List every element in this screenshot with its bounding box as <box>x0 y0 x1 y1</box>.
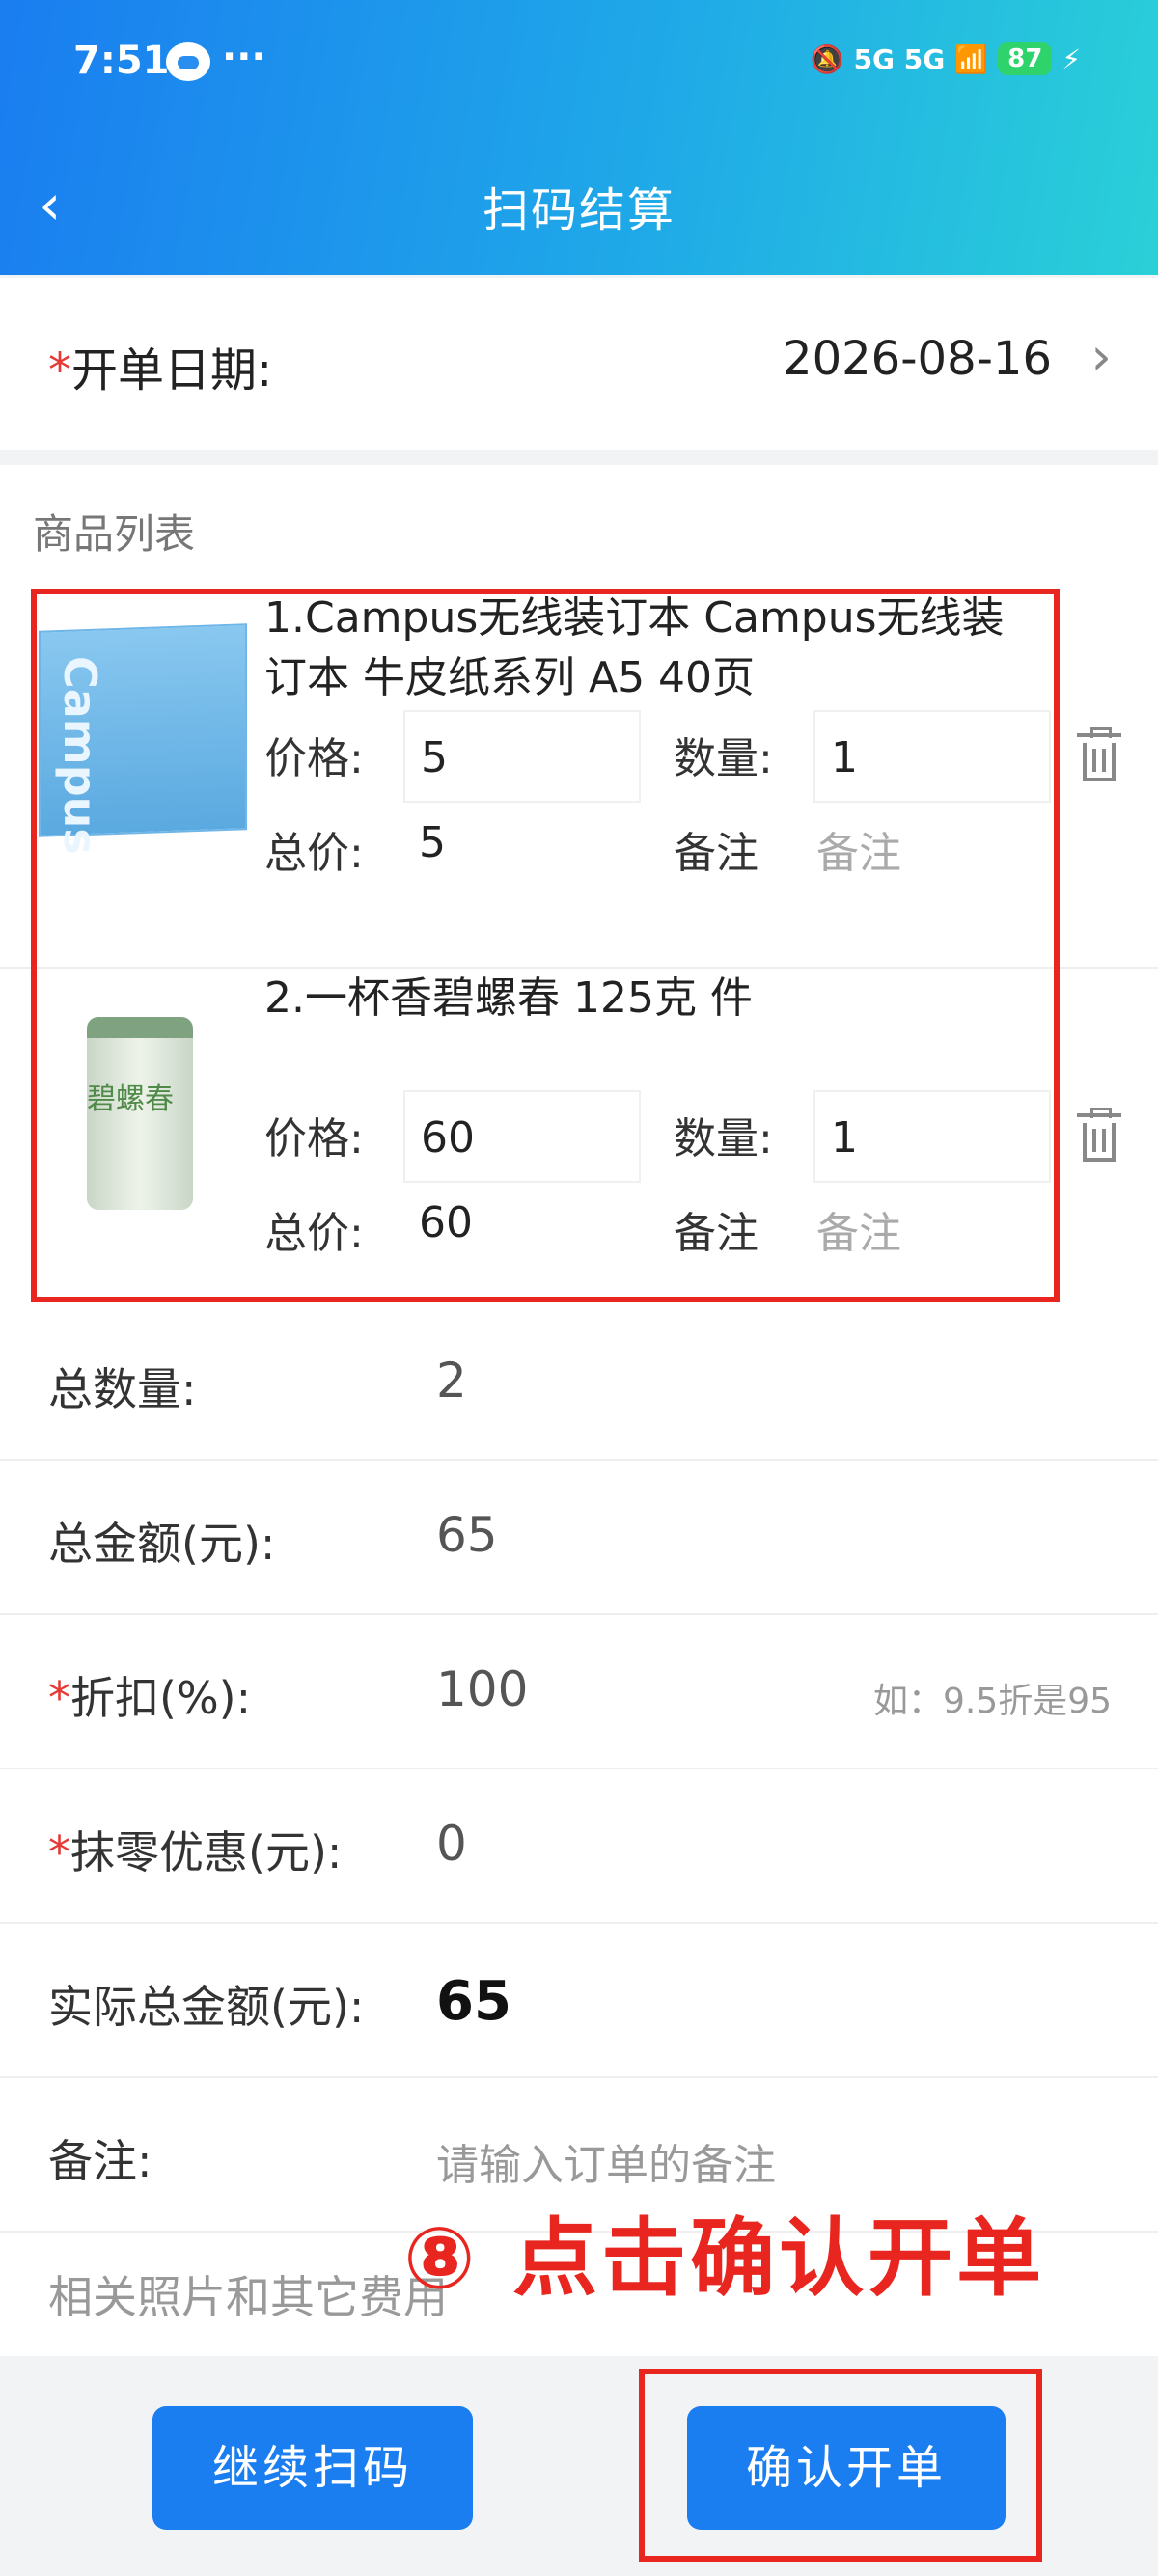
total-qty-label: 总数量: <box>48 1363 197 1415</box>
nav-bar: ‹ 扫码结算 <box>0 164 1158 241</box>
discount-input[interactable]: 100 <box>436 1661 528 1717</box>
total-qty-value: 2 <box>436 1353 467 1409</box>
goods-section-title: 商品列表 <box>33 510 196 558</box>
cloud-icon <box>166 42 210 81</box>
total-qty-row: 总数量: 2 <box>0 1304 1158 1461</box>
page-title: 扫码结算 <box>482 183 676 237</box>
status-bar: 7:51 ··· 🔕 5G 5G 📶 87 ⚡ <box>73 35 1081 96</box>
required-mark: * <box>48 1672 70 1724</box>
rounding-label-text: 抹零优惠(元): <box>70 1826 343 1878</box>
order-date-value[interactable]: 2026-08-16 <box>783 332 1052 386</box>
chevron-right-icon[interactable]: › <box>1090 326 1112 387</box>
total-amount-row: 总金额(元): 65 <box>0 1459 1158 1615</box>
trash-icon[interactable] <box>1077 1108 1121 1162</box>
rounding-row: *抹零优惠(元): 0 <box>0 1768 1158 1924</box>
charging-icon: ⚡ <box>1062 42 1081 75</box>
wifi-icon: 📶 <box>954 42 989 75</box>
order-date-row[interactable]: *开单日期: 2026-08-16 › <box>0 278 1158 450</box>
actual-total-value: 65 <box>436 1970 511 2033</box>
photos-and-fees[interactable]: 相关照片和其它费用 <box>48 2262 448 2326</box>
order-remark-input[interactable]: 请输入订单的备注 <box>436 2130 776 2192</box>
discount-row: *折扣(%): 100 如：9.5折是95 <box>0 1613 1158 1769</box>
app-header: 7:51 ··· 🔕 5G 5G 📶 87 ⚡ ‹ 扫码结算 <box>0 0 1158 275</box>
trash-icon[interactable] <box>1077 727 1121 781</box>
mute-icon: 🔕 <box>810 42 844 75</box>
rounding-label: *抹零优惠(元): <box>48 1818 342 1881</box>
total-amount-label: 总金额(元): <box>48 1518 276 1570</box>
order-date-label: *开单日期: <box>48 332 272 399</box>
order-date-label-text: 开单日期: <box>71 343 273 397</box>
required-mark: * <box>48 1826 70 1878</box>
status-time: 7:51 <box>73 39 170 83</box>
battery-level: 87 <box>998 42 1053 75</box>
discount-label-text: 折扣(%): <box>70 1672 252 1724</box>
network-indicator: 5G 5G <box>853 42 946 75</box>
total-amount-value: 65 <box>436 1507 498 1563</box>
actual-total-label: 实际总金额(元): <box>48 1981 365 2033</box>
actual-total-row: 实际总金额(元): 65 <box>0 1922 1158 2078</box>
continue-scan-button[interactable]: 继续扫码 <box>152 2406 473 2530</box>
required-mark: * <box>48 343 71 397</box>
instruction-annotation: ⑧ 点击确认开单 <box>403 2208 1046 2308</box>
status-right: 🔕 5G 5G 📶 87 ⚡ <box>811 42 1081 75</box>
order-remark-label: 备注: <box>48 2135 152 2187</box>
rounding-input[interactable]: 0 <box>436 1816 467 1872</box>
more-dots: ··· <box>222 35 266 79</box>
discount-hint: 如：9.5折是95 <box>872 1682 1112 1721</box>
highlight-box-goods <box>31 589 1060 1302</box>
discount-label: *折扣(%): <box>48 1663 251 1727</box>
highlight-box-confirm <box>639 2369 1042 2562</box>
